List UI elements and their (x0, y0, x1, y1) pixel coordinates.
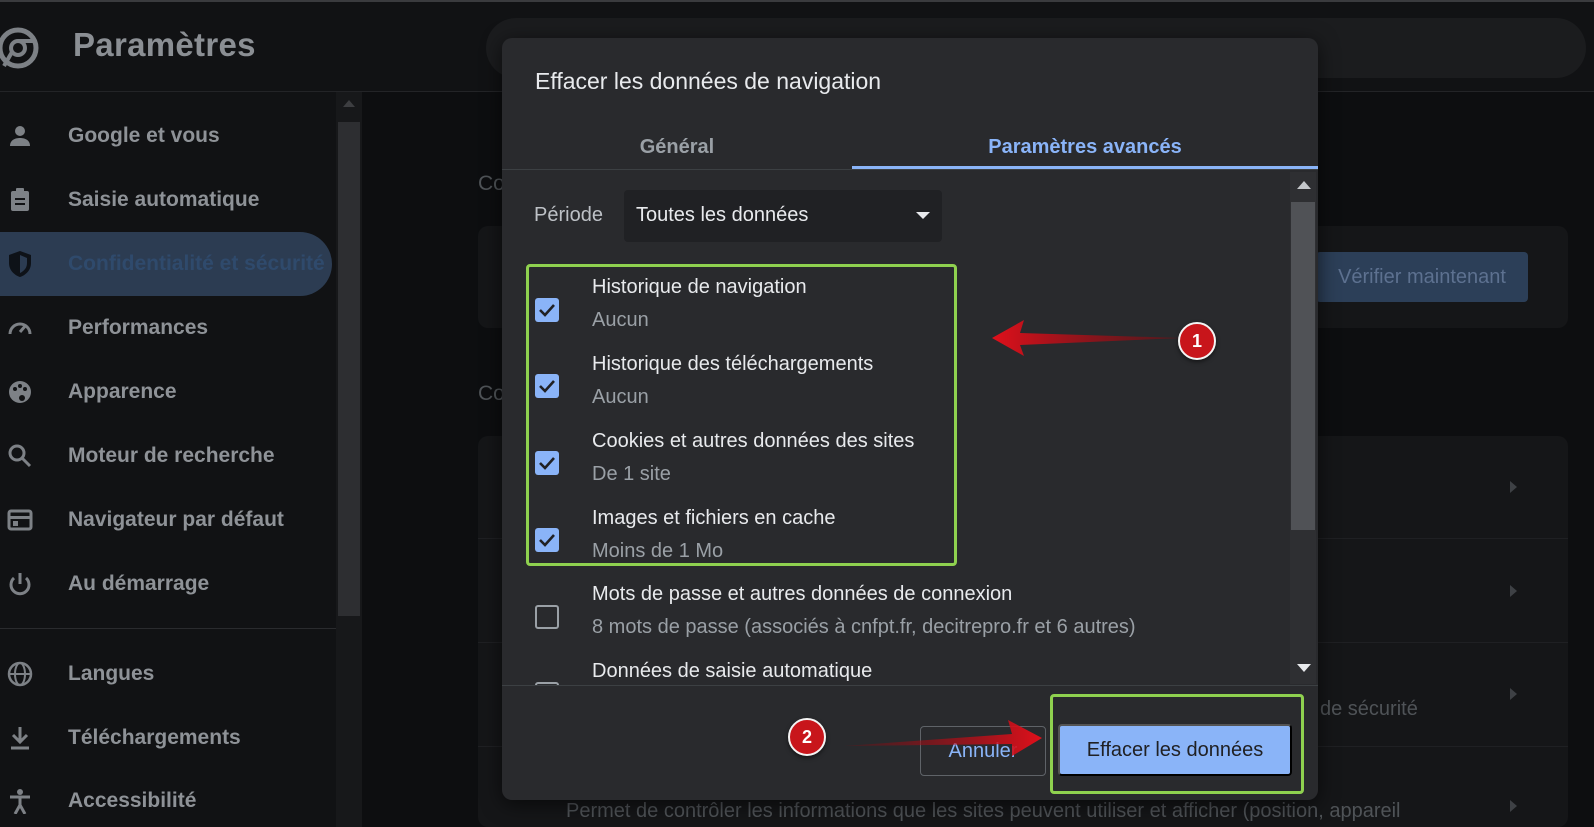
clipboard-icon (5, 185, 35, 215)
tab-advanced[interactable]: Paramètres avancés (852, 124, 1318, 170)
search-icon (5, 441, 35, 471)
option-autofill-data[interactable]: Données de saisie automatique (502, 660, 1292, 685)
sidebar-item-label: Téléchargements (68, 726, 241, 749)
chevron-right-icon[interactable] (1510, 688, 1517, 700)
sidebar-item-performance[interactable]: Performances (0, 296, 336, 360)
annotation-badge-1: 1 (1178, 322, 1216, 360)
period-dropdown[interactable]: Toutes les données (624, 190, 942, 242)
sidebar-item-label: Langues (68, 662, 155, 685)
sidebar-item-google[interactable]: Google et vous (0, 104, 336, 168)
highlight-clear-button (1050, 694, 1304, 794)
sidebar-divider (0, 628, 336, 629)
sidebar-item-startup[interactable]: Au démarrage (0, 552, 336, 616)
section-heading-stub: Co (478, 382, 505, 405)
sidebar-item-privacy[interactable]: Confidentialité et sécurité (0, 232, 332, 296)
chevron-right-icon[interactable] (1510, 481, 1517, 493)
download-icon (5, 723, 35, 753)
sidebar-scrollbar-thumb[interactable] (338, 122, 360, 616)
annotation-badge-2: 2 (788, 718, 826, 756)
person-icon (5, 121, 35, 151)
sidebar: Google et vous Saisie automatique Confid… (0, 92, 340, 827)
sidebar-item-label: Confidentialité et sécurité (68, 252, 325, 275)
period-label: Période (534, 204, 603, 226)
browser-icon (5, 505, 35, 535)
checkbox-passwords[interactable] (535, 605, 559, 629)
sidebar-item-label: Google et vous (68, 124, 220, 147)
option-passwords[interactable]: Mots de passe et autres données de conne… (502, 583, 1292, 655)
chevron-right-icon[interactable] (1510, 800, 1517, 812)
sidebar-item-default-browser[interactable]: Navigateur par défaut (0, 488, 336, 552)
dropdown-arrow-icon (916, 212, 930, 219)
sidebar-item-label: Accessibilité (68, 789, 197, 812)
sidebar-item-label: Saisie automatique (68, 188, 260, 211)
palette-icon (5, 377, 35, 407)
globe-icon (5, 659, 35, 689)
annotation-arrow-2 (844, 720, 1042, 756)
accessibility-icon (5, 786, 35, 816)
highlight-checked-options (526, 264, 957, 566)
sidebar-item-label: Navigateur par défaut (68, 508, 284, 531)
sidebar-item-label: Au démarrage (68, 572, 210, 595)
sidebar-item-label: Moteur de recherche (68, 444, 275, 467)
sidebar-item-label: Apparence (68, 380, 177, 403)
section-heading-stub: Co (478, 172, 505, 195)
sidebar-item-appearance[interactable]: Apparence (0, 360, 336, 424)
chrome-logo-icon (0, 27, 39, 69)
sidebar-item-accessibility[interactable]: Accessibilité (0, 769, 336, 827)
chevron-right-icon[interactable] (1510, 585, 1517, 597)
option-name: Mots de passe et autres données de conne… (592, 583, 1013, 605)
sidebar-item-label: Performances (68, 316, 209, 339)
shield-icon (5, 249, 35, 279)
annotation-arrow-1 (992, 320, 1182, 356)
site-settings-row-text: Permet de contrôler les informations que… (566, 800, 1401, 822)
footer-divider (502, 685, 1318, 686)
scroll-up-icon[interactable] (1297, 181, 1311, 189)
dialog-scrollbar-thumb[interactable] (1291, 202, 1315, 530)
security-row-text: de sécurité (1320, 698, 1418, 720)
power-icon (5, 569, 35, 599)
sidebar-item-languages[interactable]: Langues (0, 642, 336, 706)
dialog-title: Effacer les données de navigation (535, 68, 882, 94)
sidebar-item-downloads[interactable]: Téléchargements (0, 706, 336, 770)
period-selected-value: Toutes les données (636, 204, 809, 226)
option-name: Données de saisie automatique (592, 660, 873, 682)
option-description: 8 mots de passe (associés à cnfpt.fr, de… (592, 616, 1136, 638)
page-title: Paramètres (73, 26, 256, 63)
sidebar-item-search-engine[interactable]: Moteur de recherche (0, 424, 336, 488)
sidebar-item-autofill[interactable]: Saisie automatique (0, 168, 336, 232)
tab-general[interactable]: Général (502, 124, 852, 170)
speedometer-icon (5, 313, 35, 343)
verify-now-button[interactable]: Vérifier maintenant (1316, 252, 1528, 302)
scroll-up-icon[interactable] (343, 100, 355, 107)
scroll-down-icon[interactable] (1297, 664, 1311, 672)
